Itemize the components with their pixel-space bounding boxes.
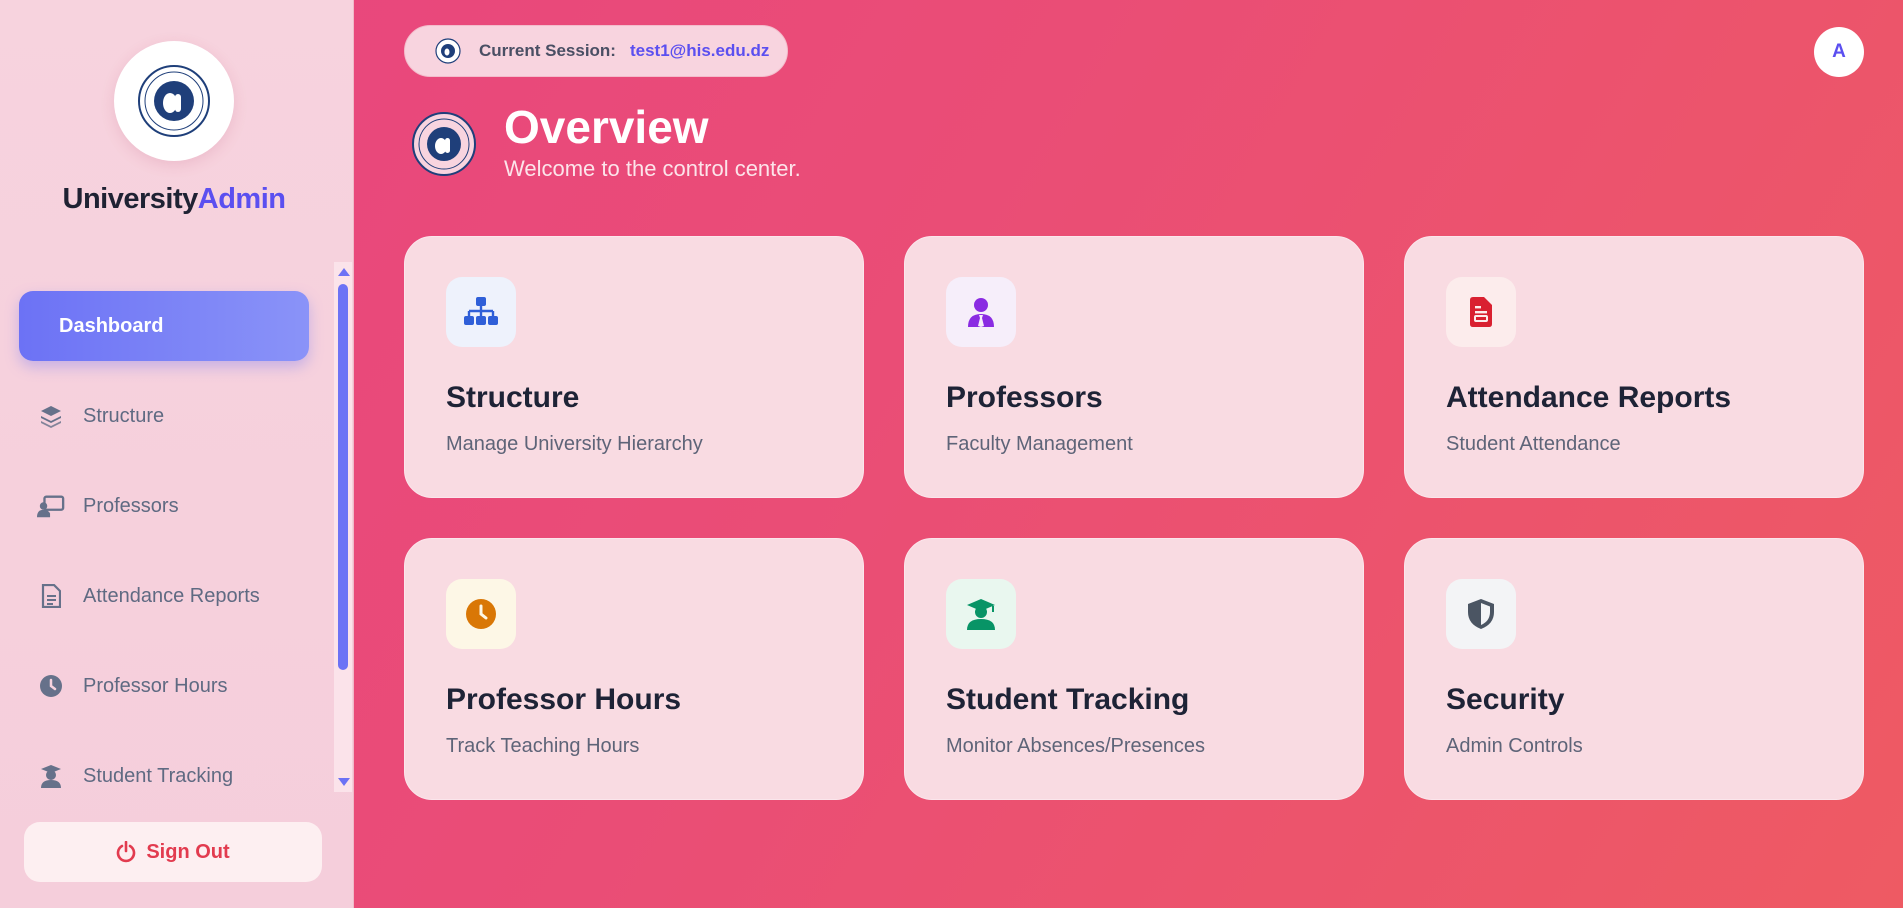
sidebar-item-student-tracking[interactable]: Student Tracking — [19, 741, 309, 811]
sidebar-item-label: Professor Hours — [83, 674, 228, 697]
sidebar-item-label: Structure — [83, 404, 165, 427]
card-professors[interactable]: Professors Faculty Management — [904, 236, 1364, 498]
user-tie-icon — [946, 277, 1016, 347]
current-session-pill: Current Session: test1@his.edu.dz — [404, 25, 788, 77]
card-security[interactable]: Security Admin Controls — [1404, 538, 1864, 800]
session-label: Current Session: — [479, 41, 616, 60]
card-description: Monitor Absences/Presences — [946, 735, 1206, 757]
sidebar-item-dashboard[interactable]: Dashboard — [19, 291, 309, 361]
brand-name: UniversityAdmin — [0, 183, 348, 216]
sidebar-item-attendance-reports[interactable]: Attendance Reports — [19, 561, 309, 631]
card-title: Security — [1446, 683, 1565, 716]
sidebar-item-label: Dashboard — [59, 314, 164, 337]
card-title: Student Tracking — [946, 683, 1190, 716]
card-title: Attendance Reports — [1446, 381, 1732, 414]
card-title: Structure — [446, 381, 580, 414]
graduate-icon — [37, 762, 65, 790]
sidebar-scrollbar[interactable] — [334, 262, 352, 792]
card-professor-hours[interactable]: Professor Hours Track Teaching Hours — [404, 538, 864, 800]
card-title: Professor Hours — [446, 683, 682, 716]
sidebar-nav: Dashboard Structure Professors Attendanc… — [19, 291, 309, 831]
clock-icon — [37, 672, 65, 700]
sidebar-item-label: Professors — [83, 494, 179, 517]
session-email: test1@his.edu.dz — [629, 41, 770, 60]
sidebar-item-label: Student Tracking — [83, 764, 234, 787]
card-description: Track Teaching Hours — [446, 735, 640, 757]
file-lines-icon — [37, 582, 65, 610]
sign-out-label: Sign Out — [146, 840, 230, 863]
file-icon — [1446, 277, 1516, 347]
clock-icon — [446, 579, 516, 649]
university-logo — [114, 41, 234, 161]
page-title: Overview — [504, 101, 709, 153]
brand-part-2: Admin — [197, 183, 286, 215]
sitemap-icon — [446, 277, 516, 347]
page-subtitle: Welcome to the control center. — [504, 156, 801, 181]
sign-out-button[interactable]: Sign Out — [24, 822, 322, 882]
power-icon — [116, 841, 136, 863]
card-description: Manage University Hierarchy — [446, 433, 703, 455]
scroll-down-arrow-icon[interactable] — [338, 778, 350, 786]
card-student-tracking[interactable]: Student Tracking Monitor Absences/Presen… — [904, 538, 1364, 800]
card-description: Faculty Management — [946, 433, 1133, 455]
sidebar-item-label: Attendance Reports — [83, 584, 260, 607]
header-logo — [412, 112, 476, 176]
card-title: Professors — [946, 381, 1103, 414]
sidebar-item-structure[interactable]: Structure — [19, 381, 309, 451]
sidebar: UniversityAdmin Dashboard Structure Prof… — [0, 0, 354, 908]
layers-icon — [37, 402, 65, 430]
scroll-up-arrow-icon[interactable] — [338, 268, 350, 276]
card-structure[interactable]: Structure Manage University Hierarchy — [404, 236, 864, 498]
shield-icon — [1446, 579, 1516, 649]
card-description: Admin Controls — [1446, 735, 1583, 757]
chalkboard-teacher-icon — [37, 492, 65, 520]
scroll-thumb[interactable] — [338, 284, 348, 670]
graduate-icon — [946, 579, 1016, 649]
sidebar-item-professors[interactable]: Professors — [19, 471, 309, 541]
avatar[interactable]: A — [1814, 27, 1864, 77]
session-logo-icon — [435, 38, 461, 64]
sidebar-item-professor-hours[interactable]: Professor Hours — [19, 651, 309, 721]
brand-part-1: University — [62, 183, 199, 215]
card-description: Student Attendance — [1446, 433, 1621, 455]
card-attendance-reports[interactable]: Attendance Reports Student Attendance — [1404, 236, 1864, 498]
